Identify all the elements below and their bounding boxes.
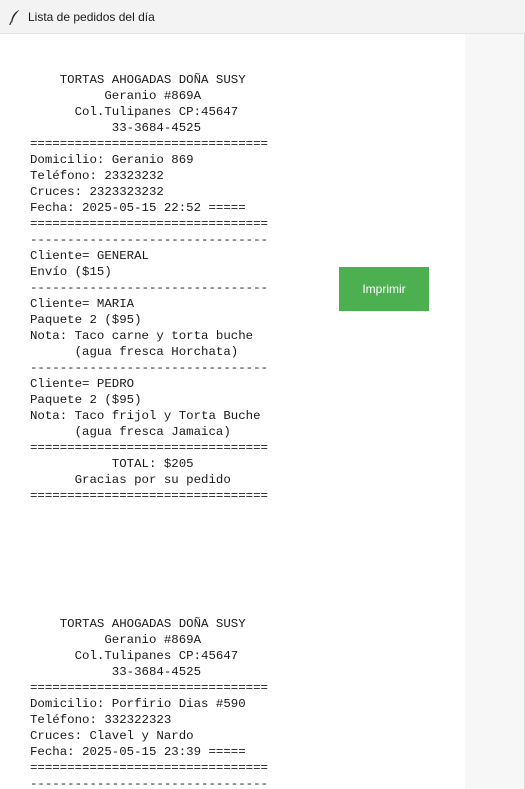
window-title: Lista de pedidos del día (28, 10, 155, 24)
feather-icon (8, 9, 22, 26)
orders-ticket-text: TORTAS AHOGADAS DOÑA SUSY Geranio #869A … (30, 73, 268, 789)
orders-text-panel[interactable]: TORTAS AHOGADAS DOÑA SUSY Geranio #869A … (0, 34, 465, 789)
print-button[interactable]: Imprimir (339, 267, 429, 311)
title-bar[interactable]: Lista de pedidos del día (0, 0, 525, 34)
right-gutter (465, 34, 525, 789)
app-window: Lista de pedidos del día TORTAS AHOGADAS… (0, 0, 525, 789)
